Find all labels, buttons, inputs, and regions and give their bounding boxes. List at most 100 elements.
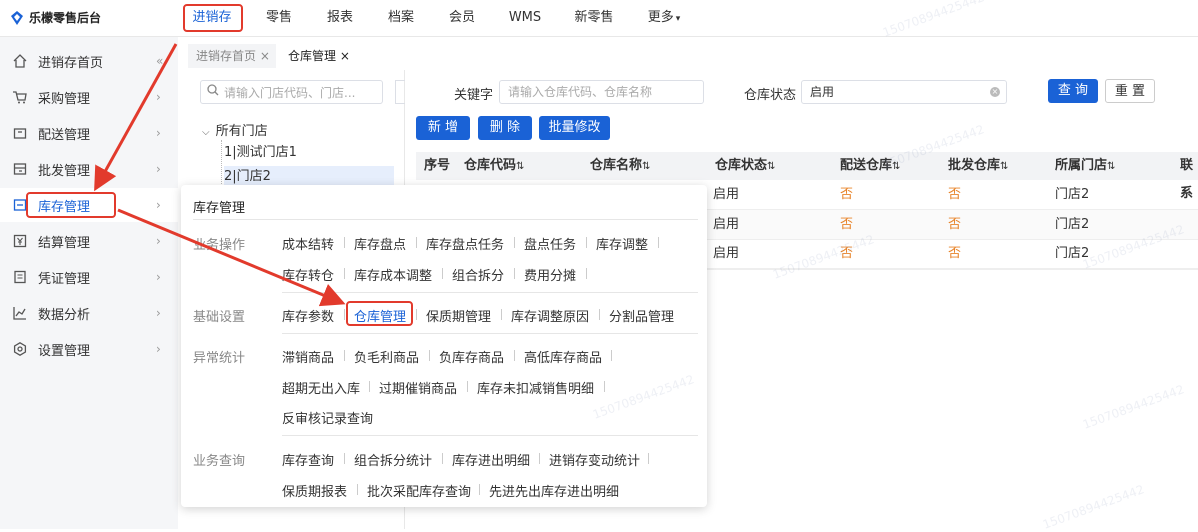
divider: [539, 453, 540, 464]
sidebar-item-voucher[interactable]: 凭证管理 ›: [0, 260, 178, 294]
chevron-right-icon: ›: [156, 126, 161, 140]
column-header-name[interactable]: 仓库名称⇅: [590, 152, 650, 180]
menu-negative-stock[interactable]: 负库存商品: [439, 347, 504, 366]
menu-split-goods[interactable]: 分割品管理: [609, 306, 674, 325]
menu-cost-adjustment[interactable]: 库存成本调整: [354, 265, 432, 284]
section-label-basic-settings: 基础设置: [193, 310, 246, 325]
chevron-right-icon: ›: [156, 234, 161, 248]
menu-fifo-detail[interactable]: 先进先出库存进出明细: [489, 481, 619, 500]
menu-reverse-audit[interactable]: 反审核记录查询: [282, 408, 373, 427]
menu-stock-transfer[interactable]: 库存转仓: [282, 265, 334, 284]
menu-stock-adjustment[interactable]: 库存调整: [596, 234, 648, 253]
menu-adjust-reason[interactable]: 库存调整原因: [511, 306, 589, 325]
tree-extra-button[interactable]: [395, 80, 405, 104]
topnav-jinxiaocun[interactable]: 进销存: [185, 0, 239, 36]
delete-button[interactable]: 删 除: [478, 116, 532, 140]
menu-stock-query[interactable]: 库存查询: [282, 450, 334, 469]
menu-stock-inout-detail[interactable]: 库存进出明细: [452, 450, 530, 469]
chevron-right-icon: ›: [156, 270, 161, 284]
sort-icon[interactable]: ⇅: [767, 161, 775, 172]
search-icon: [207, 84, 219, 99]
sort-icon[interactable]: ⇅: [1107, 161, 1115, 172]
menu-slow-moving[interactable]: 滞销商品: [282, 347, 334, 366]
sidebar-item-delivery[interactable]: 配送管理 ›: [0, 116, 178, 150]
divider: [586, 268, 587, 279]
topnav-archive[interactable]: 档案: [377, 0, 425, 36]
add-button[interactable]: 新 增: [416, 116, 470, 140]
close-icon[interactable]: ×: [340, 49, 350, 63]
sidebar: 进销存首页 « 采购管理 › 配送管理 › 批发管理 › 库存管理 › 结算管理…: [0, 37, 178, 529]
sidebar-item-settlement[interactable]: 结算管理 ›: [0, 224, 178, 258]
divider: [344, 309, 345, 320]
tree-root[interactable]: ⌵ 所有门店: [202, 120, 268, 139]
status-select[interactable]: 启用 ×: [801, 80, 1007, 104]
menu-expense-allocation[interactable]: 费用分摊: [524, 265, 576, 284]
divider: [604, 381, 605, 392]
sidebar-item-wholesale[interactable]: 批发管理 ›: [0, 152, 178, 186]
menu-shelf-life[interactable]: 保质期管理: [426, 306, 491, 325]
tab-jinxiaocun-home[interactable]: 进销存首页 ×: [188, 44, 276, 68]
app-logo[interactable]: 乐檬零售后台: [10, 9, 101, 26]
topnav-reports[interactable]: 报表: [316, 0, 364, 36]
close-icon[interactable]: ×: [260, 49, 270, 63]
menu-high-low-stock[interactable]: 高低库存商品: [524, 347, 602, 366]
column-header-contact[interactable]: 联系: [1180, 152, 1198, 201]
tree-node[interactable]: 1|测试门店1: [224, 142, 394, 164]
reset-button[interactable]: 重 置: [1105, 79, 1155, 103]
divider: [429, 350, 430, 361]
sidebar-item-home[interactable]: 进销存首页 «: [0, 44, 178, 78]
menu-count-task[interactable]: 盘点任务: [524, 234, 576, 253]
sidebar-item-analytics[interactable]: 数据分析 ›: [0, 296, 178, 330]
popup-title: 库存管理: [193, 201, 246, 216]
menu-undeducted-sales[interactable]: 库存未扣减销售明细: [477, 378, 594, 397]
topnav-new-retail[interactable]: 新零售: [566, 0, 622, 36]
topnav-retail[interactable]: 零售: [255, 0, 303, 36]
sort-icon[interactable]: ⇅: [642, 161, 650, 172]
sidebar-item-settings[interactable]: 设置管理 ›: [0, 332, 178, 366]
sidebar-item-inventory[interactable]: 库存管理 ›: [0, 188, 178, 222]
inventory-icon: [13, 199, 27, 211]
menu-expired-promo[interactable]: 过期催销商品: [379, 378, 457, 397]
chevron-right-icon: ›: [156, 198, 161, 212]
menu-psi-change-stats[interactable]: 进销存变动统计: [549, 450, 640, 469]
sort-icon[interactable]: ⇅: [892, 161, 900, 172]
batch-edit-button[interactable]: 批量修改: [539, 116, 610, 140]
sidebar-item-purchase[interactable]: 采购管理 ›: [0, 80, 178, 114]
app-title: 乐檬零售后台: [29, 11, 102, 25]
topnav-member[interactable]: 会员: [438, 0, 486, 36]
keyword-input[interactable]: 请输入仓库代码、仓库名称: [499, 80, 704, 104]
menu-negative-margin[interactable]: 负毛利商品: [354, 347, 419, 366]
menu-no-movement[interactable]: 超期无出入库: [282, 378, 360, 397]
divider: [282, 435, 698, 436]
menu-warehouse-management[interactable]: 仓库管理: [354, 306, 406, 325]
divider: [344, 237, 345, 248]
section-label-operations: 业务操作: [193, 238, 246, 253]
menu-cost-carryover[interactable]: 成本结转: [282, 234, 334, 253]
divider: [611, 350, 612, 361]
topnav-more[interactable]: 更多 ▾: [640, 0, 688, 36]
menu-shelf-life-report[interactable]: 保质期报表: [282, 481, 347, 500]
sort-icon[interactable]: ⇅: [1000, 161, 1008, 172]
column-header-status[interactable]: 仓库状态⇅: [715, 152, 775, 180]
column-header-delivery[interactable]: 配送仓库⇅: [840, 152, 900, 180]
sort-icon[interactable]: ⇅: [516, 161, 524, 172]
divider: [193, 219, 698, 220]
column-header-store[interactable]: 所属门店⇅: [1055, 152, 1115, 180]
menu-combo-split[interactable]: 组合拆分: [452, 265, 504, 284]
query-button[interactable]: 查 询: [1048, 79, 1098, 103]
tab-warehouse-management[interactable]: 仓库管理 ×: [280, 44, 356, 68]
column-header-wholesale[interactable]: 批发仓库⇅: [948, 152, 1008, 180]
clear-icon[interactable]: ×: [990, 87, 1000, 97]
store-search-input[interactable]: 请输入门店代码、门店...: [200, 80, 383, 104]
divider: [658, 237, 659, 248]
menu-stocktaking[interactable]: 库存盘点: [354, 234, 406, 253]
divider: [648, 453, 649, 464]
menu-combo-split-stats[interactable]: 组合拆分统计: [354, 450, 432, 469]
collapse-icon[interactable]: «: [156, 54, 163, 68]
menu-stocktaking-task[interactable]: 库存盘点任务: [426, 234, 504, 253]
topnav-wms[interactable]: WMS: [499, 0, 551, 36]
column-header-code[interactable]: 仓库代码⇅: [464, 152, 524, 180]
menu-stock-params[interactable]: 库存参数: [282, 306, 334, 325]
box-icon: [13, 128, 27, 139]
menu-batch-stock-query[interactable]: 批次采配库存查询: [367, 481, 471, 500]
